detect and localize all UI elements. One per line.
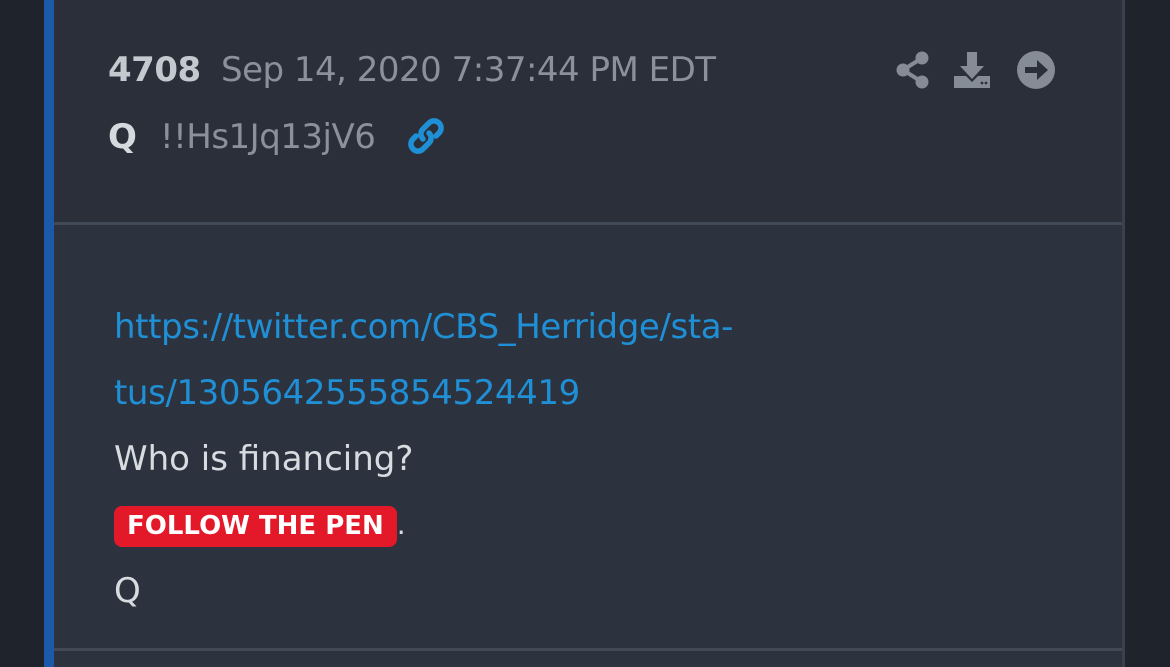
post-timestamp: Sep 14, 2020 7:37:44 PM EDT — [221, 50, 716, 90]
post-author: Q — [108, 117, 137, 157]
card-right-edge — [1122, 0, 1125, 667]
post-number[interactable]: 4708 — [108, 50, 201, 90]
arrow-circle-right-icon[interactable] — [1016, 50, 1056, 90]
post-header: 4708 Sep 14, 2020 7:37:44 PM EDT Q !!Hs1… — [54, 0, 1122, 222]
footer-divider — [54, 648, 1122, 651]
share-icon[interactable] — [893, 50, 933, 90]
highlight-row: FOLLOW THE PEN. — [114, 492, 1014, 558]
tweet-link-line-2[interactable]: tus/1305642555854524419 — [114, 360, 1014, 426]
follow-the-pen-highlight: FOLLOW THE PEN — [114, 505, 397, 547]
header-divider — [54, 222, 1122, 225]
download-icon[interactable] — [952, 50, 992, 90]
post-question: Who is financing? — [114, 439, 414, 479]
post-card: 4708 Sep 14, 2020 7:37:44 PM EDT Q !!Hs1… — [54, 0, 1124, 667]
post-signature: Q — [114, 571, 141, 611]
chain-link-icon[interactable] — [404, 114, 448, 158]
post-body: https://twitter.com/CBS_Herridge/sta- tu… — [114, 294, 1014, 624]
highlight-suffix: . — [396, 508, 406, 541]
tweet-link-line-1[interactable]: https://twitter.com/CBS_Herridge/sta- — [114, 294, 1014, 360]
post-accent-bar — [44, 0, 54, 667]
post-tripcode: !!Hs1Jq13jV6 — [160, 117, 376, 157]
